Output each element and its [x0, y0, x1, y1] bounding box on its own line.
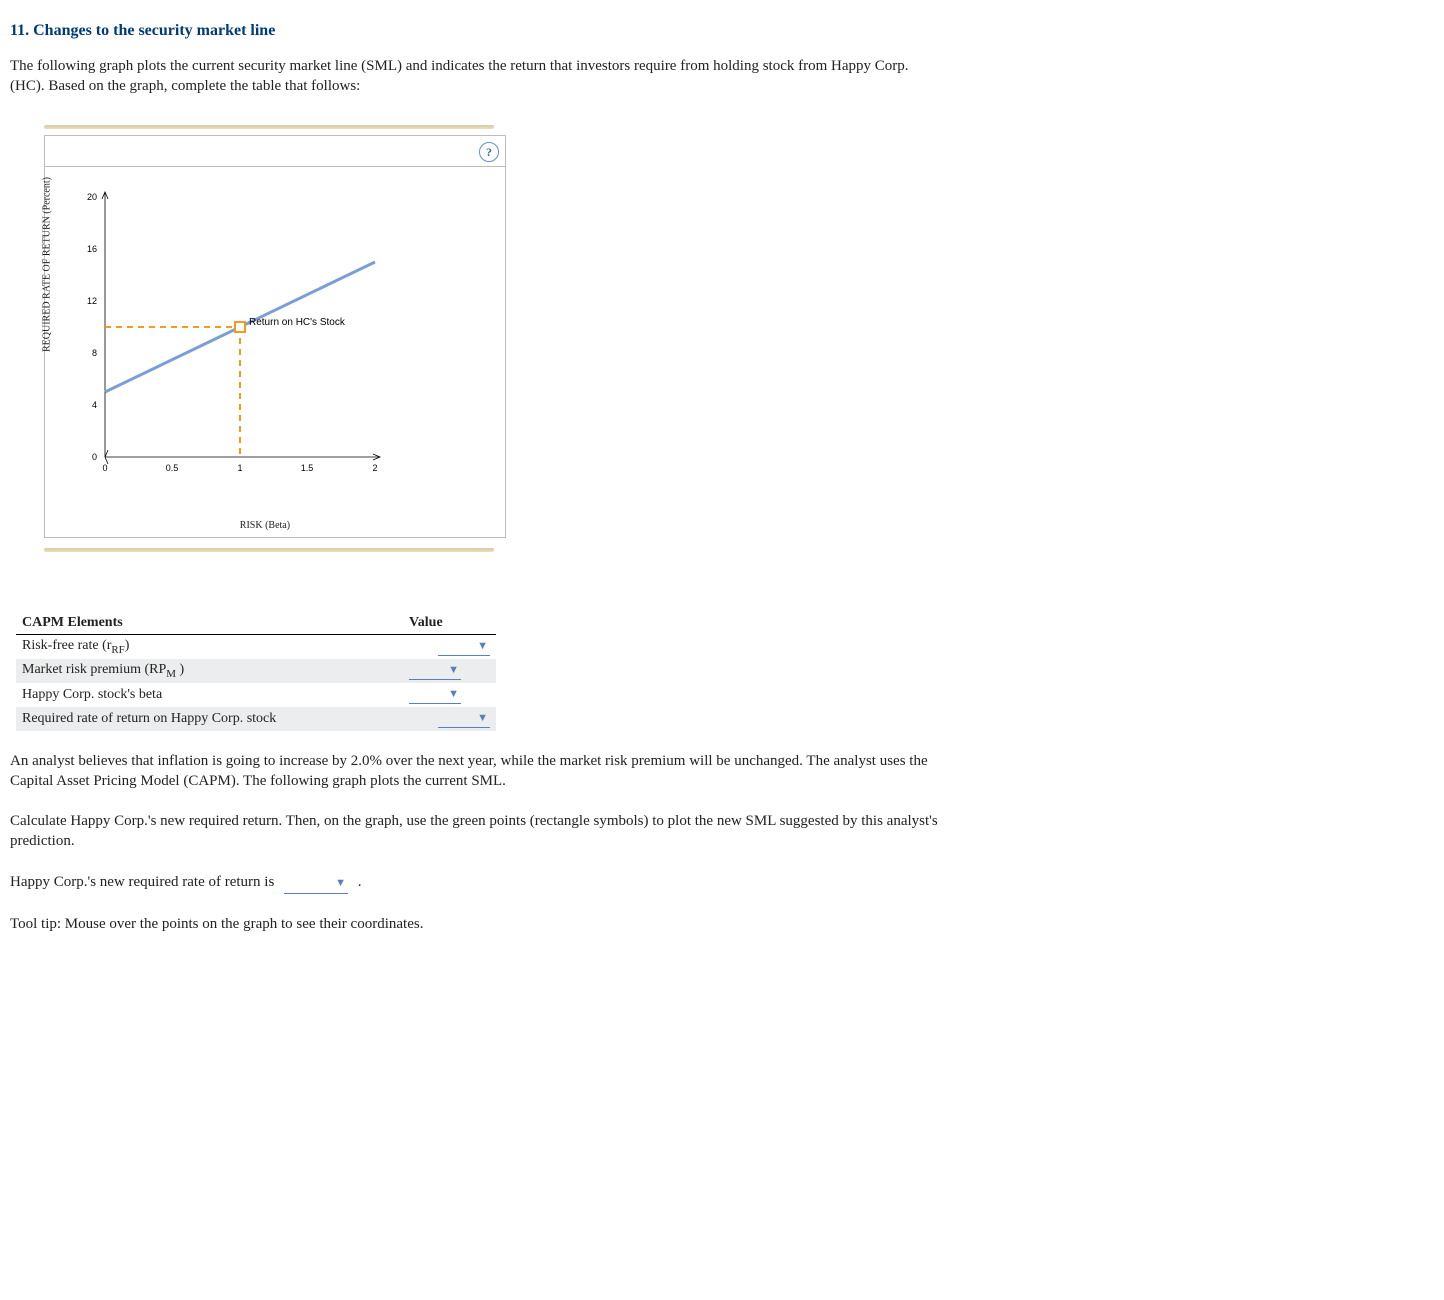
y-tick-8: 8: [92, 348, 97, 358]
x-tick-1: 1: [237, 463, 242, 473]
row-label-rpm: Market risk premium (RPM ): [16, 659, 403, 683]
graph-body[interactable]: REQUIRED RATE OF RETURN (Percent) 0 4 8 …: [45, 167, 505, 537]
table-row: Risk-free rate (rRF) ▼: [16, 634, 496, 659]
analyst-paragraph: An analyst believes that inflation is go…: [10, 751, 970, 792]
capm-header-value: Value: [403, 612, 496, 635]
fill-in-pre: Happy Corp.'s new required rate of retur…: [10, 874, 274, 890]
dropdown-required[interactable]: ▼: [438, 710, 490, 728]
table-row: Happy Corp. stock's beta ▼: [16, 683, 496, 707]
fill-in-post: .: [358, 874, 362, 890]
dropdown-rpm[interactable]: ▼: [409, 662, 461, 680]
calc-paragraph: Calculate Happy Corp.'s new required ret…: [10, 811, 970, 852]
capm-header-row: CAPM Elements Value: [16, 612, 496, 635]
y-tick-4: 4: [92, 400, 97, 410]
help-icon[interactable]: ?: [479, 142, 499, 162]
question-title: 11. Changes to the security market line: [10, 22, 1434, 40]
fill-in-sentence: Happy Corp.'s new required rate of retur…: [10, 872, 970, 894]
capm-table: CAPM Elements Value Risk-free rate (rRF)…: [16, 612, 496, 731]
tooltip-hint: Tool tip: Mouse over the points on the g…: [10, 914, 970, 934]
x-tick-0: 0: [102, 463, 107, 473]
x-tick-05: 0.5: [166, 463, 179, 473]
capm-table-block: CAPM Elements Value Risk-free rate (rRF)…: [16, 612, 496, 731]
y-tick-16: 16: [87, 244, 97, 254]
dropdown-rf[interactable]: ▼: [438, 638, 490, 656]
row-label-rf: Risk-free rate (rRF): [16, 634, 403, 659]
row-label-beta: Happy Corp. stock's beta: [16, 683, 403, 707]
dropdown-beta[interactable]: ▼: [409, 686, 461, 704]
capm-header-elements: CAPM Elements: [16, 612, 403, 635]
hc-point-marker[interactable]: [235, 322, 245, 332]
separator-top: [44, 125, 494, 129]
hc-point-label: Return on HC's Stock: [249, 317, 346, 328]
table-row: Required rate of return on Happy Corp. s…: [16, 707, 496, 731]
x-tick-2: 2: [372, 463, 377, 473]
y-tick-20: 20: [87, 192, 97, 202]
y-axis-label: REQUIRED RATE OF RETURN (Percent): [42, 177, 53, 352]
chart-svg[interactable]: 0 4 8 12 16 20 0 0.5 1 1.5 2 Return on H…: [45, 167, 485, 517]
intro-text: The following graph plots the current se…: [10, 56, 920, 97]
y-tick-12: 12: [87, 296, 97, 306]
dropdown-new-return[interactable]: ▼: [284, 872, 348, 894]
graph-panel: ? REQUIRED RATE OF RETURN (Percent) 0 4 …: [44, 135, 506, 538]
x-axis-label: RISK (Beta): [240, 520, 290, 531]
row-label-required: Required rate of return on Happy Corp. s…: [16, 707, 403, 731]
y-tick-0: 0: [92, 452, 97, 462]
x-tick-15: 1.5: [301, 463, 314, 473]
separator-bottom: [44, 548, 494, 552]
graph-toolbar: ?: [45, 136, 505, 167]
table-row: Market risk premium (RPM ) ▼: [16, 659, 496, 683]
